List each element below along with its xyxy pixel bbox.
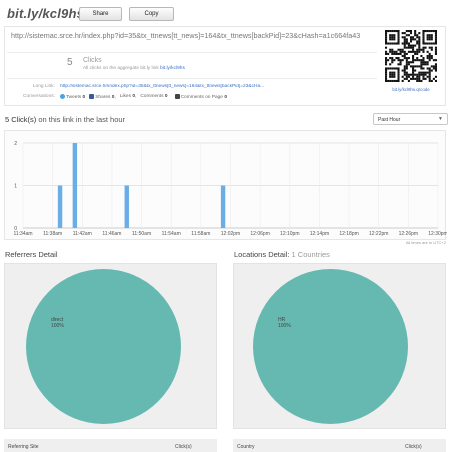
qr-code-link[interactable]: bit.ly/kcl9hs.qrcode [385, 87, 437, 92]
conversations-label: Conversations: [23, 94, 55, 99]
referrers-pie-slice[interactable] [26, 269, 181, 424]
tweets-count: 0 [82, 94, 86, 100]
link-info-box: http://sistemac.srce.hr/index.php?id=35&… [4, 26, 446, 106]
likes-count: 0 [132, 94, 135, 100]
shares-label: Shares [95, 94, 111, 100]
likes-item[interactable]: Likes 0, [120, 94, 137, 99]
referrers-clicks-column[interactable]: Click(s) [175, 444, 192, 450]
long-link-value[interactable]: http://sistemac.srce.hr/index.php?id=35&… [60, 84, 380, 89]
short-url-title: bit.ly/kcl9hs [7, 6, 85, 21]
x-tick-label: 12:06pm [250, 231, 269, 237]
x-tick-label: 12:10pm [280, 231, 299, 237]
x-tick-label: 12:02pm [221, 231, 240, 237]
divider [7, 52, 377, 53]
share-button[interactable]: Share [79, 7, 122, 21]
comments-item[interactable]: Comments 0 [140, 94, 167, 99]
locations-panel: HR 100% [233, 263, 446, 429]
x-tick-label: 12:18pm [339, 231, 358, 237]
x-tick-label: 12:22pm [369, 231, 388, 237]
copy-button[interactable]: Copy [129, 7, 174, 21]
comments-count: 0 [164, 94, 168, 100]
comments-label: Comments [140, 94, 164, 100]
clicks-chart-svg: 01211:34am 11:38am 11:42am 11:46am 11:50am 11… [13, 141, 447, 237]
conversations-row: Tweets 0 Shares 0, Likes 0, Comments 0 C… [60, 94, 227, 100]
locations-title-text: Locations Detail: [234, 250, 290, 259]
aggregate-link[interactable]: bit.ly/kcl9hs [160, 66, 185, 71]
x-tick-label: 11:58am [191, 231, 210, 237]
click-count: 5 [67, 57, 73, 68]
x-tick-label: 11:50am [132, 231, 151, 237]
chart-bar[interactable] [124, 185, 129, 229]
tweets-label: Tweets [66, 94, 82, 100]
aggregate-text: All clicks on the aggregate bit.ly link [83, 66, 159, 71]
locations-clicks-column[interactable]: Click(s) [405, 444, 422, 450]
page-comments-count: 0 [224, 94, 227, 100]
shares-item[interactable]: Shares 0, [89, 94, 116, 100]
tweets-item[interactable]: Tweets 0 [60, 94, 85, 100]
time-range-select[interactable]: Past Hour ▼ [373, 113, 448, 125]
x-tick-label: 11:46am [102, 231, 121, 237]
divider [7, 78, 377, 79]
click-label: Clicks [83, 57, 102, 64]
locations-count: 1 Countries [291, 250, 330, 259]
hour-clicks-title: 5 Click(s) on this link in the last hour [5, 115, 125, 124]
chart-bar[interactable] [57, 185, 63, 229]
referrers-slice-pct: 100% [51, 323, 64, 329]
locations-table-header: Country Click(s) [233, 439, 446, 452]
aggregate-note: All clicks on the aggregate bit.ly link … [83, 66, 185, 71]
referring-site-column[interactable]: Referring Site [8, 444, 39, 450]
top-bar: bit.ly/kcl9hs Share Copy [0, 0, 450, 26]
clicks-chart: 0 1 2 11:34am 11:38am 11:42am 11:46am 11:50am 11… [4, 130, 448, 240]
x-tick-label: 11:34am [13, 231, 32, 237]
locations-slice-pct: 100% [278, 323, 291, 329]
twitter-icon [60, 94, 65, 99]
x-tick-label: 12:14pm [310, 231, 329, 237]
comment-icon [174, 94, 180, 99]
x-tick-label: 11:54am [162, 231, 181, 237]
long-url-text: http://sistemac.srce.hr/index.php?id=35&… [11, 31, 361, 40]
y-tick-label: 2 [14, 141, 17, 147]
referrers-title: Referrers Detail [5, 250, 58, 259]
x-tick-label: 11:38am [43, 231, 62, 237]
chevron-down-icon: ▼ [438, 116, 443, 122]
page-comments-label: Comments on Page [180, 94, 223, 100]
x-tick-label: 12:26pm [399, 231, 418, 237]
chart-bar[interactable] [220, 185, 226, 229]
hour-clicks-text: on this link in the last hour [36, 115, 126, 124]
qr-code-image[interactable] [385, 30, 437, 82]
chart-bar[interactable] [72, 143, 78, 228]
referrers-table-header: Referring Site Click(s) [4, 439, 217, 452]
locations-pie-slice[interactable] [253, 269, 408, 424]
referrers-slice-label: direct 100% [51, 317, 64, 329]
x-tick-label: 11:42am [73, 231, 92, 237]
page-comments-item[interactable]: Comments on Page 0 [174, 94, 227, 100]
country-column[interactable]: Country [237, 444, 255, 450]
long-link-label: Long Link: [32, 84, 55, 89]
time-range-value: Past Hour [378, 117, 401, 123]
y-tick-label: 1 [14, 184, 17, 190]
shares-count: 0 [111, 94, 115, 100]
referrers-panel: direct 100% [4, 263, 217, 429]
likes-label: Likes [119, 94, 131, 100]
hour-clicks-count: 5 Click(s) [5, 115, 37, 124]
timezone-note: All times are in UTC+2 [405, 240, 446, 245]
locations-title: Locations Detail: 1 Countries [234, 250, 330, 259]
x-tick-label: 12:30pm [428, 231, 447, 237]
facebook-icon [89, 94, 95, 99]
locations-slice-label: HR 100% [278, 317, 291, 329]
